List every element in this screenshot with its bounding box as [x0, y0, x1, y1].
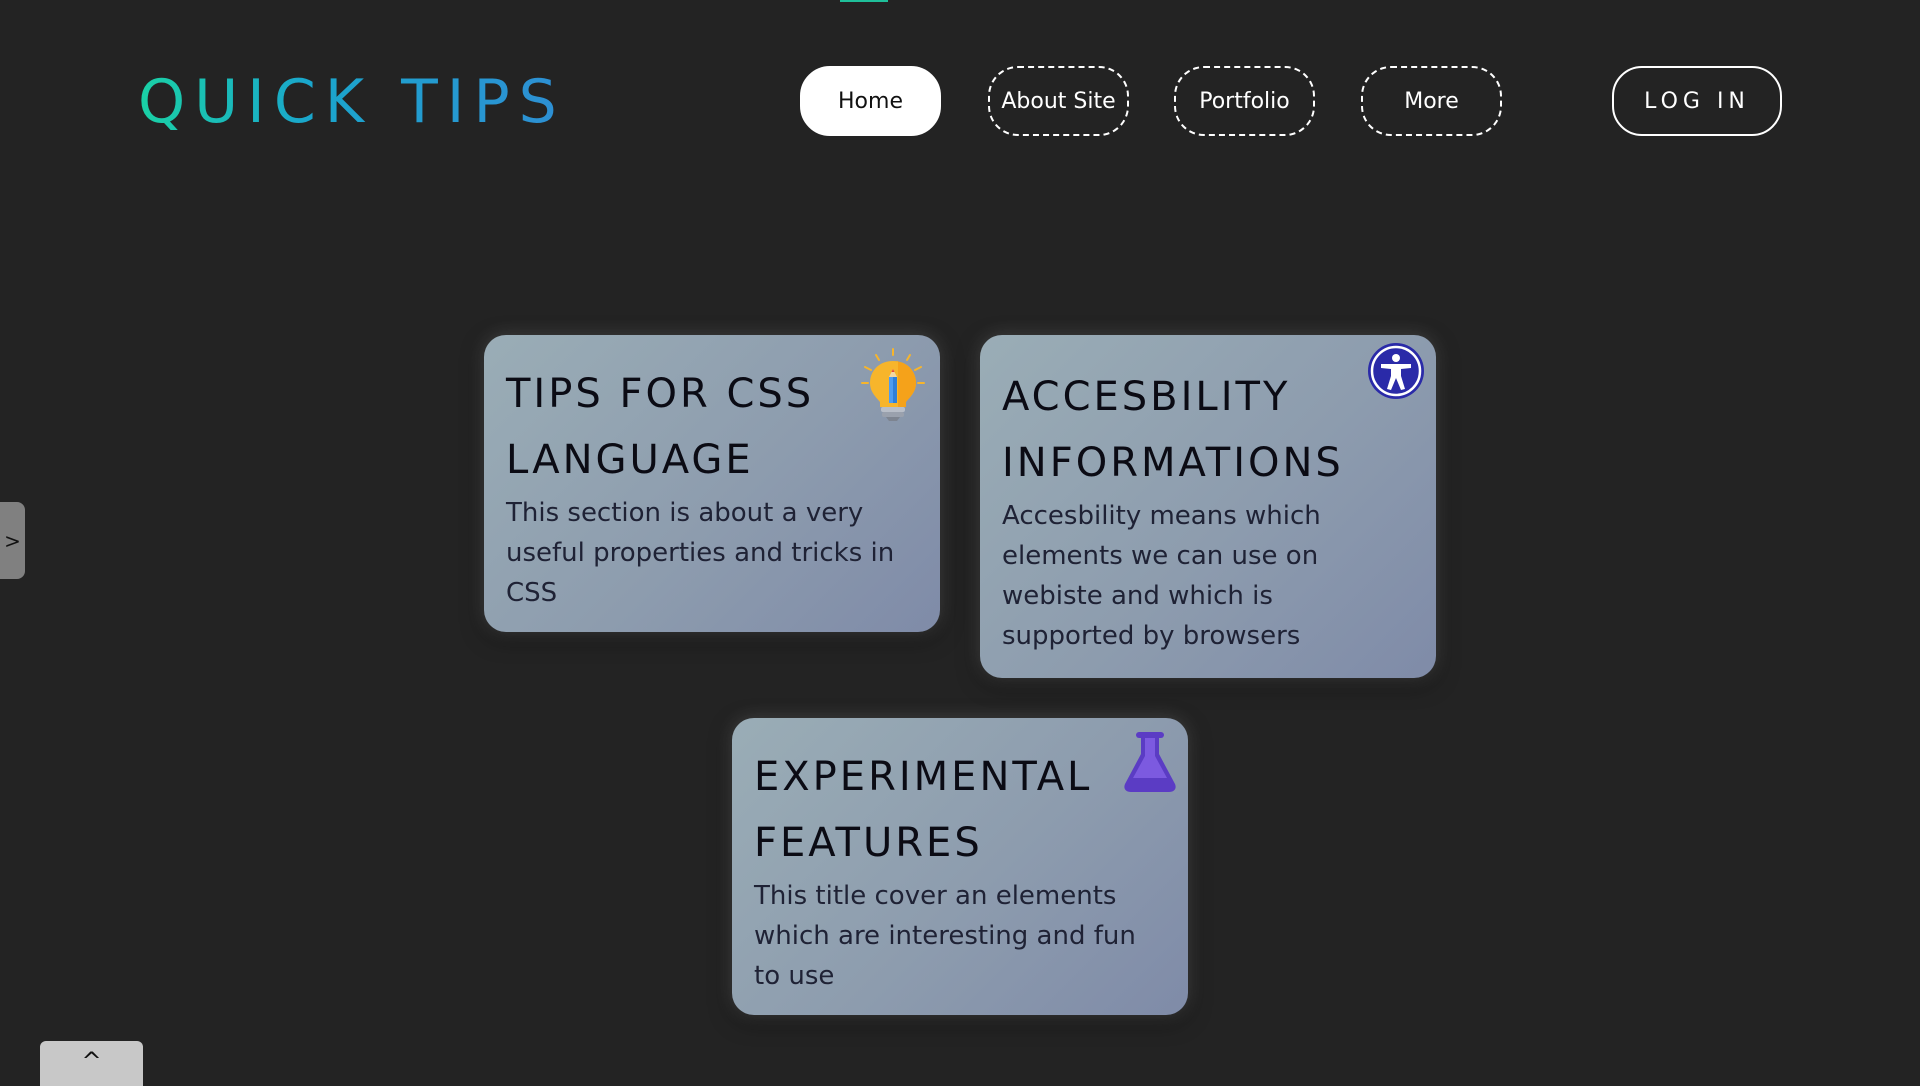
card-description: Accesbility means which elements we can …	[1002, 501, 1321, 651]
card-experimental[interactable]: EXPERIMENTAL FEATURES This title cover a…	[732, 718, 1188, 1015]
scroll-to-top-button[interactable]: ^	[40, 1041, 143, 1086]
site-logo[interactable]: QUICK TIPS	[138, 66, 566, 138]
card-title: ACCESBILITY INFORMATIONS	[1002, 374, 1344, 486]
card-css-tips[interactable]: TIPS FOR CSS LANGUAGE This section is ab…	[484, 335, 940, 632]
card-title: TIPS FOR CSS LANGUAGE	[506, 371, 815, 483]
nav-about-site-button[interactable]: About Site	[988, 66, 1129, 136]
card-accessibility[interactable]: ACCESBILITY INFORMATIONS Accesbility mea…	[980, 335, 1436, 678]
login-button[interactable]: LOG IN	[1612, 66, 1782, 136]
card-title: EXPERIMENTAL FEATURES	[754, 754, 1093, 866]
flask-icon	[1122, 730, 1178, 794]
accessibility-icon	[1366, 341, 1426, 401]
side-drawer-toggle[interactable]: >	[0, 502, 25, 579]
card-description: This title cover an elements which are i…	[754, 881, 1136, 991]
lightbulb-pencil-icon	[858, 347, 928, 423]
nav-portfolio-button[interactable]: Portfolio	[1174, 66, 1315, 136]
nav-home-button[interactable]: Home	[800, 66, 941, 136]
site-header: QUICK TIPS Home About Site Portfolio Mor…	[0, 0, 1920, 200]
card-description: This section is about a very useful prop…	[506, 498, 895, 608]
nav-more-button[interactable]: More	[1361, 66, 1502, 136]
